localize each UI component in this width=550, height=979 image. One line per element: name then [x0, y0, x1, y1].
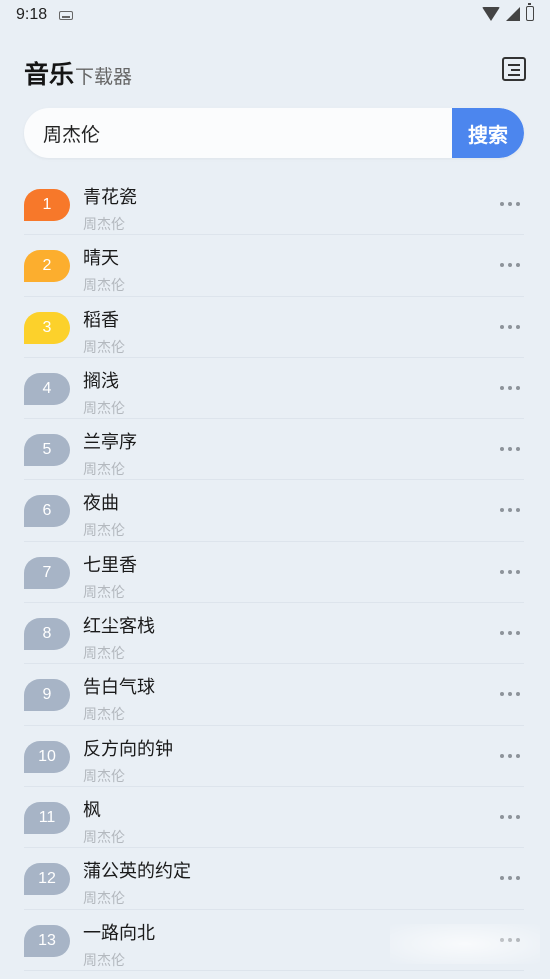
rank-badge: 4 [24, 372, 70, 405]
rank-badge: 8 [24, 618, 70, 651]
more-options-icon[interactable] [500, 814, 520, 820]
song-artist: 周杰伦 [83, 339, 125, 356]
more-options-icon[interactable] [500, 508, 520, 513]
rank-badge: 1 [24, 189, 70, 221]
song-title: 夜曲 [83, 493, 119, 515]
song-title: 红尘客栈 [83, 616, 155, 638]
song-title: 一路向北 [83, 922, 155, 944]
rank-badge: 9 [24, 679, 70, 712]
song-row[interactable]: 5 兰亭序周杰伦 [0, 419, 550, 481]
wifi-icon [482, 6, 500, 21]
song-artist: 周杰伦 [83, 768, 125, 785]
song-title: 七里香 [83, 554, 137, 576]
song-title: 蒲公英的约定 [83, 861, 191, 883]
song-artist: 周杰伦 [83, 584, 125, 601]
status-bar: 9:18 [0, 0, 550, 30]
more-options-icon[interactable] [500, 876, 520, 881]
row-divider [24, 969, 524, 971]
rank-badge: 12 [24, 863, 70, 896]
song-row[interactable]: 7 七里香周杰伦 [0, 542, 550, 604]
rank-badge: 6 [24, 495, 70, 528]
search-bar: 搜索 [24, 108, 524, 158]
more-options-icon[interactable] [500, 753, 520, 759]
keyboard-icon [59, 10, 74, 20]
more-options-icon[interactable] [500, 263, 520, 268]
more-options-icon[interactable] [500, 631, 520, 636]
song-row[interactable]: 6 夜曲周杰伦 [0, 480, 550, 542]
more-options-icon[interactable] [500, 447, 520, 452]
song-title: 稻香 [83, 309, 119, 331]
song-title: 反方向的钟 [83, 738, 173, 760]
app-title: 音乐 [24, 60, 75, 89]
song-row[interactable]: 2 晴天周杰伦 [0, 235, 550, 297]
song-title: 枫 [83, 799, 101, 821]
song-artist: 周杰伦 [83, 462, 125, 479]
watermark [390, 924, 540, 964]
menu-icon[interactable] [502, 57, 526, 81]
rank-badge: 13 [24, 924, 70, 957]
status-icons [482, 3, 534, 21]
battery-icon [526, 3, 534, 21]
more-options-icon[interactable] [500, 385, 520, 391]
song-row[interactable]: 9 告白气球周杰伦 [0, 664, 550, 726]
song-list: 1 青花瓷 周杰伦 2 晴天 周杰伦 3 稻香 周杰伦 4 搁浅 周杰伦 5 兰亭序 周杰伦 6 夜曲 周杰伦 7 七… [0, 174, 550, 971]
song-row[interactable]: 10 反方向的钟周杰伦 [0, 726, 550, 787]
song-row[interactable]: 4 搁浅周杰伦 [0, 358, 550, 420]
song-row[interactable]: 8 红尘客栈周杰伦 [0, 603, 550, 665]
more-options-icon[interactable] [500, 692, 520, 697]
more-options-icon[interactable] [500, 202, 520, 207]
song-title: 搁浅 [83, 370, 119, 392]
song-artist: 周杰伦 [83, 217, 125, 233]
status-time: 9:18 [16, 6, 48, 23]
song-title: 青花瓷 [83, 187, 137, 208]
rank-badge: 11 [24, 801, 70, 834]
song-row[interactable]: 11 枫周杰伦 [0, 787, 550, 849]
search-button[interactable]: 搜索 [452, 108, 524, 158]
more-options-icon[interactable] [500, 324, 520, 330]
rank-badge: 10 [24, 740, 70, 773]
search-input[interactable] [24, 108, 452, 158]
song-artist: 周杰伦 [83, 523, 125, 540]
song-artist: 周杰伦 [83, 646, 125, 663]
song-artist: 周杰伦 [83, 952, 125, 969]
rank-badge: 3 [24, 311, 70, 344]
song-title: 兰亭序 [83, 432, 137, 454]
song-artist: 周杰伦 [83, 829, 125, 846]
app-header: 音乐 下载器 [24, 52, 526, 92]
song-artist: 周杰伦 [83, 400, 125, 417]
song-row[interactable]: 12 蒲公英的约定周杰伦 [0, 848, 550, 910]
song-title: 晴天 [83, 248, 119, 270]
song-artist: 周杰伦 [83, 278, 125, 295]
rank-badge: 5 [24, 434, 70, 467]
rank-badge: 2 [24, 250, 70, 283]
song-title: 告白气球 [83, 677, 155, 699]
app-subtitle: 下载器 [75, 66, 133, 88]
song-row[interactable]: 3 稻香周杰伦 [0, 297, 550, 358]
song-row[interactable]: 1 青花瓷周杰伦 [0, 174, 550, 236]
song-artist: 周杰伦 [83, 707, 125, 724]
song-artist: 周杰伦 [83, 891, 125, 908]
more-options-icon[interactable] [500, 569, 520, 575]
signal-icon [506, 6, 520, 21]
rank-badge: 7 [24, 556, 70, 589]
